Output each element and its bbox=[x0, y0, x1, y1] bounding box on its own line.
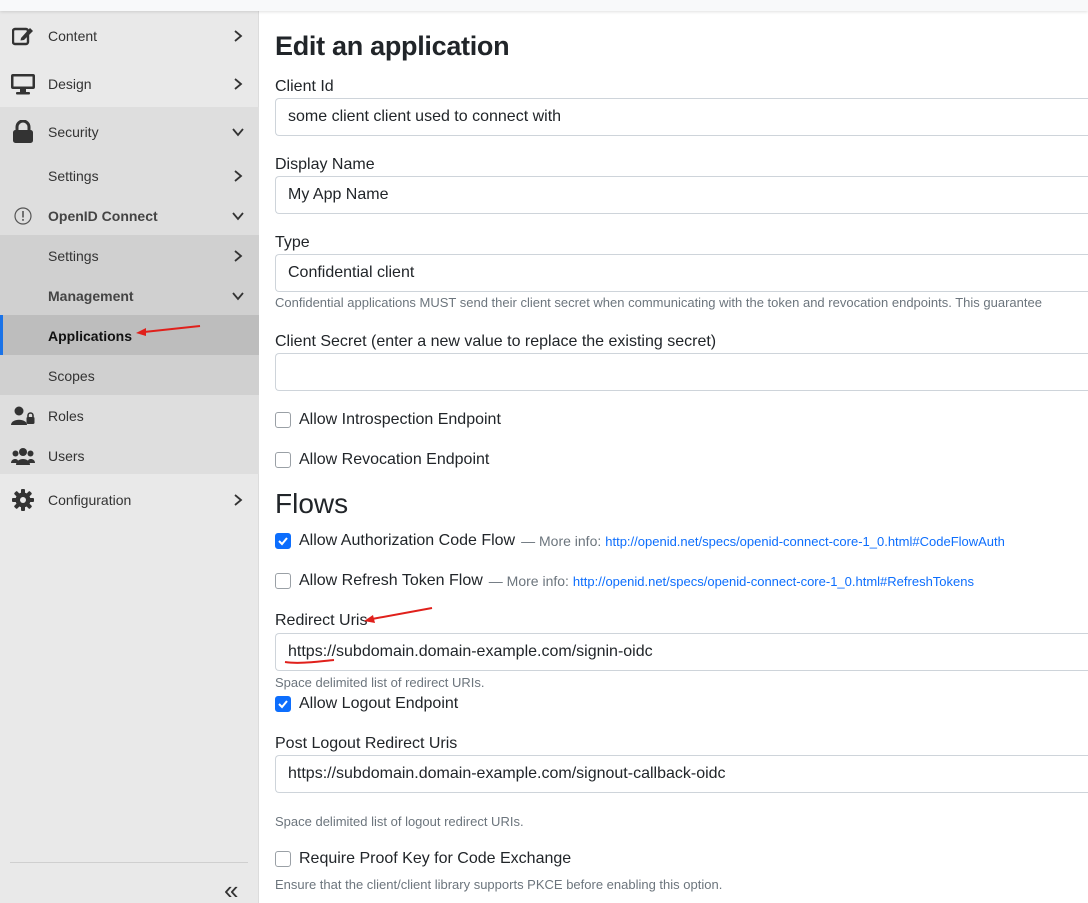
sidebar-item-label: Security bbox=[48, 124, 99, 140]
page-title: Edit an application bbox=[275, 31, 510, 61]
sidebar-item-openid-connect[interactable]: OpenID Connect bbox=[0, 196, 259, 236]
pkce-checkbox[interactable] bbox=[275, 851, 291, 867]
post-logout-input[interactable]: https://subdomain.domain-example.com/sig… bbox=[275, 755, 1088, 793]
check-icon bbox=[278, 537, 288, 546]
lock-icon bbox=[11, 120, 35, 144]
double-chevron-left-icon: « bbox=[224, 875, 239, 903]
sidebar-item-label: Roles bbox=[48, 408, 84, 424]
sidebar-item-design[interactable]: Design bbox=[0, 64, 259, 104]
sidebar-item-label: Design bbox=[48, 76, 92, 92]
edit-icon bbox=[11, 24, 35, 48]
checkbox-label: Allow Authorization Code Flow bbox=[299, 532, 516, 549]
user-lock-icon bbox=[11, 404, 35, 428]
redirect-uris-help-text: Space delimited list of redirect URIs. bbox=[275, 675, 485, 690]
monitor-icon bbox=[11, 72, 35, 96]
check-icon bbox=[278, 700, 288, 709]
refresh-token-flow-checkbox[interactable] bbox=[275, 573, 291, 589]
client-secret-input[interactable] bbox=[275, 353, 1088, 391]
type-label: Type bbox=[275, 234, 310, 251]
checkbox-label: Allow Logout Endpoint bbox=[299, 695, 459, 712]
more-info-text: — More info: bbox=[521, 533, 602, 549]
chevron-down-icon bbox=[232, 212, 244, 221]
sidebar-item-label: Users bbox=[48, 448, 85, 464]
refresh-token-spec-link[interactable]: http://openid.net/specs/openid-connect-c… bbox=[573, 574, 974, 589]
openid-icon bbox=[11, 204, 35, 228]
type-help-text: Confidential applications MUST send thei… bbox=[275, 295, 1042, 310]
sidebar-item-configuration[interactable]: Configuration bbox=[0, 480, 259, 520]
top-bar bbox=[0, 0, 1088, 11]
flows-heading: Flows bbox=[275, 488, 349, 519]
edit-application-form: Edit an application Client Id some clien… bbox=[260, 11, 1088, 903]
sidebar-item-label: OpenID Connect bbox=[48, 208, 158, 224]
post-logout-help-text: Space delimited list of logout redirect … bbox=[275, 814, 524, 829]
post-logout-label: Post Logout Redirect Uris bbox=[275, 735, 458, 752]
type-select[interactable]: Confidential client bbox=[275, 254, 1088, 292]
logout-endpoint-row[interactable]: Allow Logout Endpoint bbox=[275, 695, 458, 713]
sidebar-item-scopes[interactable]: Scopes bbox=[0, 356, 259, 396]
sidebar-item-roles[interactable]: Roles bbox=[0, 396, 259, 436]
sidebar-item-security[interactable]: Security bbox=[0, 112, 259, 152]
sidebar-item-label: Settings bbox=[48, 248, 99, 264]
chevron-right-icon bbox=[234, 170, 243, 182]
checkbox-label: Allow Refresh Token Flow bbox=[299, 572, 483, 589]
admin-sidebar: Content Design Security Settings OpenID … bbox=[0, 11, 259, 903]
client-id-label: Client Id bbox=[275, 78, 334, 95]
checkbox-label: Allow Introspection Endpoint bbox=[299, 411, 501, 428]
logout-endpoint-checkbox[interactable] bbox=[275, 696, 291, 712]
sidebar-item-oidc-settings[interactable]: Settings bbox=[0, 236, 259, 276]
chevron-down-icon bbox=[232, 292, 244, 301]
sidebar-item-label: Configuration bbox=[48, 492, 132, 508]
introspection-checkbox[interactable] bbox=[275, 412, 291, 428]
collapse-sidebar-button[interactable]: « bbox=[224, 877, 246, 903]
sidebar-item-management[interactable]: Management bbox=[0, 276, 259, 316]
annotation-arrow-applications bbox=[136, 325, 201, 336]
redirect-uris-input[interactable]: https://subdomain.domain-example.com/sig… bbox=[275, 633, 1088, 671]
sidebar-item-security-settings[interactable]: Settings bbox=[0, 156, 259, 196]
pkce-checkbox-row[interactable]: Require Proof Key for Code Exchange bbox=[275, 850, 571, 868]
chevron-right-icon bbox=[234, 250, 243, 262]
sidebar-item-label: Management bbox=[48, 288, 134, 304]
auth-code-spec-link[interactable]: http://openid.net/specs/openid-connect-c… bbox=[605, 534, 1005, 549]
chevron-down-icon bbox=[232, 128, 244, 137]
more-info-text: — More info: bbox=[488, 573, 569, 589]
display-name-label: Display Name bbox=[275, 156, 375, 173]
checkbox-label: Allow Revocation Endpoint bbox=[299, 451, 490, 468]
client-id-input[interactable]: some client client used to connect with bbox=[275, 98, 1088, 136]
pkce-help-text: Ensure that the client/client library su… bbox=[275, 877, 723, 892]
redirect-uris-label: Redirect Uris bbox=[275, 612, 368, 629]
introspection-checkbox-row[interactable]: Allow Introspection Endpoint bbox=[275, 411, 501, 429]
sidebar-item-label: Scopes bbox=[48, 368, 95, 384]
refresh-token-flow-row[interactable]: Allow Refresh Token Flow — More info: ht… bbox=[275, 572, 974, 590]
auth-code-flow-row[interactable]: Allow Authorization Code Flow — More inf… bbox=[275, 532, 1005, 550]
annotation-underline-https bbox=[284, 659, 335, 664]
sidebar-item-label: Settings bbox=[48, 168, 99, 184]
checkbox-label: Require Proof Key for Code Exchange bbox=[299, 850, 572, 867]
annotation-arrow-redirect-uris bbox=[364, 607, 433, 623]
chevron-right-icon bbox=[234, 78, 243, 90]
display-name-input[interactable]: My App Name bbox=[275, 176, 1088, 214]
revocation-checkbox-row[interactable]: Allow Revocation Endpoint bbox=[275, 451, 489, 469]
sidebar-item-label: Applications bbox=[48, 328, 133, 344]
sidebar-item-label: Content bbox=[48, 28, 98, 44]
sidebar-item-content[interactable]: Content bbox=[0, 16, 259, 56]
gear-icon bbox=[11, 488, 35, 512]
sidebar-item-users[interactable]: Users bbox=[0, 436, 259, 476]
chevron-right-icon bbox=[234, 30, 243, 42]
revocation-checkbox[interactable] bbox=[275, 452, 291, 468]
client-secret-label: Client Secret (enter a new value to repl… bbox=[275, 333, 717, 350]
users-icon bbox=[11, 444, 35, 468]
chevron-right-icon bbox=[234, 494, 243, 506]
auth-code-flow-checkbox[interactable] bbox=[275, 533, 291, 549]
sidebar-divider bbox=[10, 862, 248, 863]
